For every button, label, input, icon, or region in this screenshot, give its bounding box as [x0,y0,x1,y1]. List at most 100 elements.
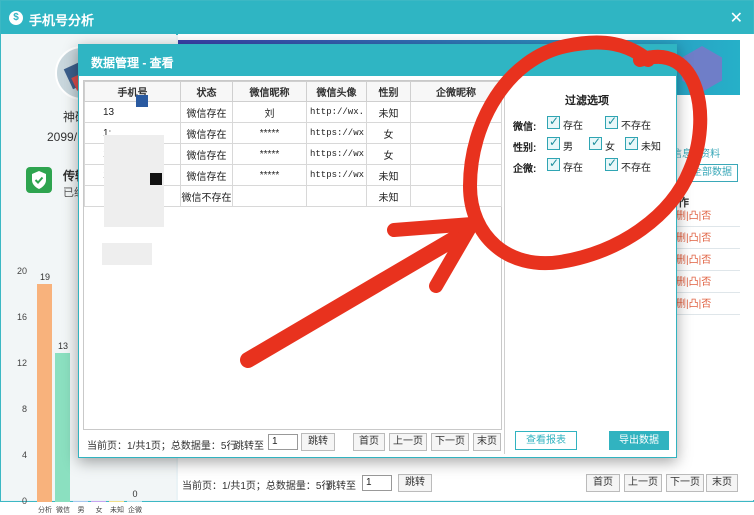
y-tick-label: 8 [22,404,28,414]
all-data-button[interactable]: 全部数据 [686,164,738,182]
dialog-title: 数据管理 - 查看 [91,56,174,70]
filter-wechat-label: 微信: [513,122,537,133]
row-actions[interactable]: 删|凸|否 [672,250,740,271]
redaction-mark [136,95,148,107]
redaction-mark [150,173,162,185]
expiry-date: 2099/ [47,130,78,144]
filter-wework-label: 企微: [513,164,537,175]
dialog-last-page-button[interactable]: 末页 [473,433,501,451]
last-page-button[interactable]: 末页 [706,474,738,492]
bar-1 [37,283,52,502]
cell-status: 微信存在 [180,101,233,123]
dialog-close-button[interactable]: ✕ [655,51,668,69]
cell-avatar: https://wx··· [306,143,367,165]
gender-female-checkbox[interactable] [589,135,602,150]
col-phone[interactable]: 手机号 [84,81,181,102]
prev-page-button[interactable]: 上一页 [624,474,662,492]
cell-nickname: 刘 [232,101,307,123]
cell-wework [410,164,502,186]
data-grid: 手机号 状态 微信昵称 微信头像 性别 企微昵称 13 微信存在 刘 http:… [83,80,502,430]
cell-wework [410,122,502,144]
next-page-button[interactable]: 下一页 [666,474,704,492]
cell-wework [410,185,502,207]
bar-2 [55,352,70,502]
app-title: 手机号分析 [29,13,95,28]
row-actions[interactable]: 删|凸|否 [672,228,740,249]
wework-not-exists-label: 不存在 [621,163,651,174]
cell-gender: 未知 [366,164,411,186]
jump-button[interactable]: 跳转 [398,474,432,492]
dialog-next-page-button[interactable]: 下一页 [431,433,469,451]
dialog-jump-label: 跳转至 [234,441,264,452]
right-links[interactable]: 信息 | 资料 [672,145,720,160]
filter-wechat: 微信: 存在 不存在 [513,114,673,133]
cell-gender: 女 [366,122,411,144]
cell-avatar: http://wx.··· [306,101,367,123]
cell-status: 微信存在 [180,143,233,165]
main-pagination: 当前页：1/共1页；总数据量：5行 跳转至 1 跳转 首页 上一页 下一页 末页 [178,472,740,496]
page-info: 当前页：1/共1页；总数据量：5行 [182,481,332,492]
col-avatar[interactable]: 微信头像 [306,81,367,102]
cell-gender: 未知 [366,101,411,123]
cell-avatar [306,185,367,207]
cell-gender: 女 [366,143,411,165]
row-actions[interactable]: 删|凸|否 [672,206,740,227]
main-close-button[interactable]: ✕ [730,8,743,28]
wechat-exists-checkbox[interactable] [547,114,560,129]
first-page-button[interactable]: 首页 [586,474,620,492]
row-actions[interactable]: 删|凸|否 [672,272,740,293]
cell-phone: 13 [84,101,181,123]
x-tick-label: 企微 [128,507,142,514]
cell-avatar: https://wx··· [306,122,367,144]
dialog-jump-button[interactable]: 跳转 [301,433,335,451]
wechat-not-exists-checkbox[interactable] [605,114,618,129]
y-tick-label: 16 [17,312,28,322]
dialog-titlebar: 数据管理 - 查看 ✕ [79,45,676,76]
view-report-button[interactable]: 查看报表 [515,431,577,450]
cell-status: 微信存在 [180,122,233,144]
redaction-block [102,243,152,265]
col-status[interactable]: 状态 [180,81,233,102]
wechat-not-exists-label: 不存在 [621,121,651,132]
dialog-page-info: 当前页：1/共1页；总数据量：5行 [87,441,237,452]
col-gender[interactable]: 性别 [366,81,411,102]
gender-unknown-label: 未知 [641,142,661,153]
wework-exists-label: 存在 [563,163,583,174]
jump-page-input[interactable]: 1 [362,475,392,491]
y-tick-label: 20 [17,266,28,276]
y-tick-label: 4 [22,450,28,460]
wechat-exists-label: 存在 [563,121,583,132]
row-actions[interactable]: 删|凸|否 [672,294,740,315]
shield-check-icon [26,167,52,193]
dialog-jump-page-input[interactable]: 1 [268,434,298,450]
cell-wework [410,101,502,123]
export-data-button[interactable]: 导出数据 [609,431,669,450]
cell-nickname [232,185,307,207]
col-wework[interactable]: 企微昵称 [410,81,502,102]
wework-exists-checkbox[interactable] [547,156,560,171]
jump-label: 跳转至 [326,481,356,492]
cell-status: 微信存在 [180,164,233,186]
bar-value-label: 13 [57,340,68,351]
filter-title: 过滤选项 [565,95,609,107]
cell-wework [410,143,502,165]
filter-panel: 过滤选项 微信: 存在 不存在 性别: 男 女 未知 企微: 存在 不存在 [504,80,674,454]
dialog-first-page-button[interactable]: 首页 [353,433,385,451]
cell-nickname: ***** [232,164,307,186]
y-tick-label: 12 [17,358,28,368]
dialog-prev-page-button[interactable]: 上一页 [389,433,427,451]
filter-wework: 企微: 存在 不存在 [513,156,673,175]
cell-status: 微信不存在 [180,185,233,207]
gender-female-label: 女 [605,142,615,153]
filter-gender-label: 性别: [513,143,537,154]
gender-male-checkbox[interactable] [547,135,560,150]
main-titlebar: $ 手机号分析 ✕ [1,1,753,35]
cell-gender: 未知 [366,185,411,207]
wework-not-exists-checkbox[interactable] [605,156,618,171]
filter-gender: 性别: 男 女 未知 [513,135,673,154]
gender-unknown-checkbox[interactable] [625,135,638,150]
app-logo-icon: $ [9,11,23,25]
cell-nickname: ***** [232,143,307,165]
col-nickname[interactable]: 微信昵称 [232,81,307,102]
data-manager-dialog: 数据管理 - 查看 ✕ 手机号 状态 微信昵称 微信头像 性别 企微昵称 13 … [78,44,677,458]
